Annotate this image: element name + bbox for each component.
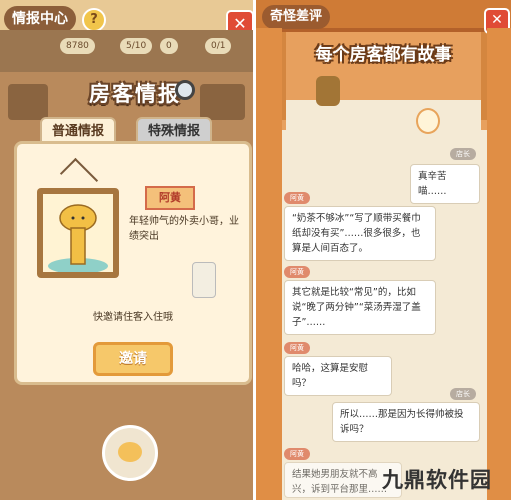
invite-button[interactable]: 邀请: [93, 342, 173, 376]
story-dialog-screen: 奇怪差评 ✕ 每个房客都有故事 店长 真辛苦喵…… 阿黄 “奶茶不够冰”“写了顺…: [256, 0, 511, 500]
chat-bubble: 所以……那是因为长得帅被投诉吗？: [332, 402, 480, 442]
screen-title: 情报中心: [4, 6, 76, 32]
speaker-label: 店长: [450, 388, 476, 400]
guest-description: 年轻帅气的外卖小哥，业绩突出: [129, 216, 239, 242]
guest-face-icon: [118, 442, 142, 462]
guest-portrait-image: [48, 204, 108, 274]
stats-bar: 8780 5/10 0 0/1: [0, 30, 253, 72]
story-heading: 每个房客都有故事: [315, 45, 452, 65]
gem-counter: 0: [160, 38, 178, 54]
guest-avatar[interactable]: [102, 425, 158, 481]
gift-decoration: [192, 262, 216, 298]
stage: [286, 100, 481, 136]
speaker-label: 阿黄: [284, 342, 310, 354]
chat-log[interactable]: 店长 真辛苦喵…… 阿黄 “奶茶不够冰”“写了顺带买餐巾纸却没有买”……很多很多…: [282, 138, 487, 500]
help-icon[interactable]: ?: [82, 8, 106, 32]
speaker-label: 阿黄: [284, 448, 310, 460]
ticket-counter: 0/1: [205, 38, 232, 54]
watermark: 九鼎软件园: [382, 468, 492, 492]
magnifier-icon: [175, 80, 195, 100]
shop-owner-icon: [416, 108, 440, 134]
speaker-label: 阿黄: [284, 266, 310, 278]
chat-bubble: “奶茶不够冰”“写了顺带买餐巾纸却没有买”……很多很多，也算是人间百态了。: [284, 206, 436, 261]
guest-info-screen: 情报中心 ? ✕ 8780 5/10 0 0/1 房客情报 普通情报 特殊情报 …: [0, 0, 253, 500]
guest-name: 阿黄: [145, 186, 195, 210]
chat-bubble: 哈哈，这算是安慰吗？: [284, 356, 392, 396]
guest-silhouette: [316, 76, 340, 106]
room-counter: 5/10: [120, 38, 153, 54]
shelf-decoration: [8, 84, 48, 120]
invite-hint: 快邀请住客入住哦: [93, 312, 173, 323]
screen-title: 奇怪差评: [262, 5, 331, 29]
curtain-left: [256, 28, 282, 500]
coin-counter: 8780: [60, 38, 95, 54]
speaker-label: 店长: [450, 148, 476, 160]
speaker-label: 阿黄: [284, 192, 310, 204]
chat-bubble: 其它就是比较“常见”的，比如说“晚了两分钟”“菜汤弄湿了盖子”……: [284, 280, 436, 335]
curtain-right: [487, 28, 511, 500]
guest-card: 阿黄 年轻帅气的外卖小哥，业绩突出 快邀请住客入住哦 邀请: [14, 141, 252, 385]
chat-bubble: 真辛苦喵……: [410, 164, 480, 204]
guest-portrait: [37, 188, 119, 278]
